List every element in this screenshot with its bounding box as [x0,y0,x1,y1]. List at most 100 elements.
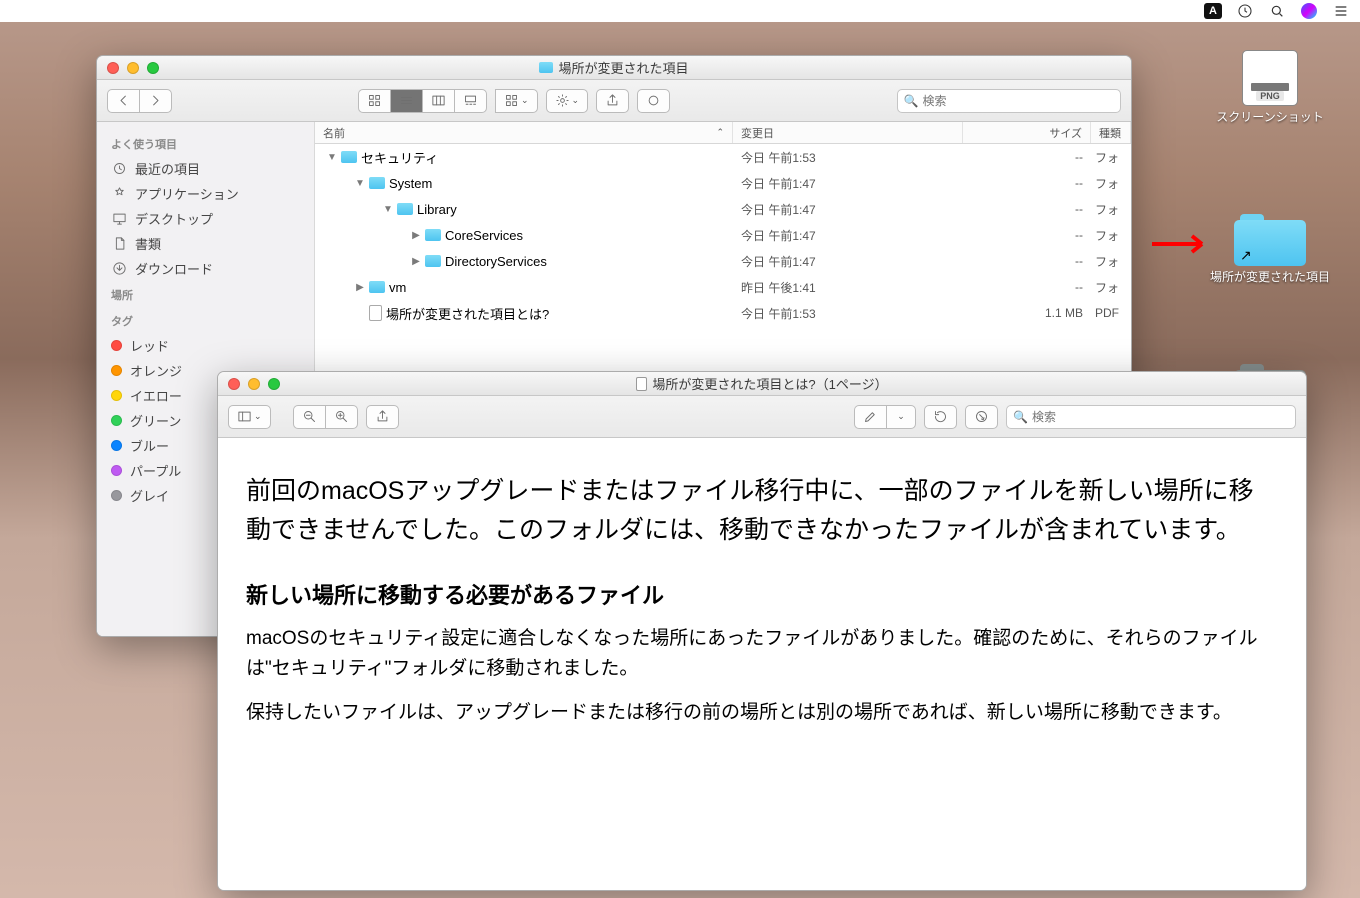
disclosure-triangle[interactable]: ▶ [411,256,421,267]
file-name: System [389,176,432,191]
column-kind[interactable]: 種類 [1091,122,1131,143]
zoom-button[interactable] [147,62,159,74]
file-date: 今日 午前1:53 [733,149,963,166]
table-row[interactable]: ▼セキュリティ今日 午前1:53--フォ [315,144,1131,170]
sidebar-toggle-button[interactable]: ⌄ [228,405,271,429]
sidebar-item-recents[interactable]: 最近の項目 [97,156,314,181]
tag-dot-icon [111,465,122,476]
preview-document[interactable]: 前回のmacOSアップグレードまたはファイル移行中に、一部のファイルを新しい場所… [218,438,1306,890]
preview-window: 場所が変更された項目とは?（1ページ） ⌄ ⌄ 🔍 前回のmacOSアップグレー… [217,371,1307,891]
paragraph: 前回のmacOSアップグレードまたはファイル移行中に、一部のファイルを新しい場所… [246,472,1278,550]
table-row[interactable]: ▼Library今日 午前1:47--フォ [315,196,1131,222]
table-row[interactable]: ▶CoreServices今日 午前1:47--フォ [315,222,1131,248]
finder-toolbar: ⌄ ⌄ 🔍 [97,80,1131,122]
share-button[interactable] [366,405,399,429]
file-size: -- [963,150,1091,164]
preview-titlebar[interactable]: 場所が変更された項目とは?（1ページ） [218,372,1306,396]
minimize-button[interactable] [127,62,139,74]
column-size[interactable]: サイズ [963,122,1091,143]
search-input[interactable] [1032,410,1289,424]
share-button[interactable] [596,89,629,113]
sidebar-tag[interactable]: レッド [97,333,314,358]
markup-button[interactable] [965,405,998,429]
document-icon [636,377,647,391]
file-date: 今日 午前1:47 [733,253,963,270]
icon-view-button[interactable] [358,89,390,113]
disclosure-triangle[interactable]: ▼ [327,152,337,163]
table-row[interactable]: 場所が変更された項目とは?今日 午前1:531.1 MBPDF [315,300,1131,326]
action-menu-button[interactable]: ⌄ [546,89,589,113]
finder-search[interactable]: 🔍 [897,89,1121,113]
folder-icon [539,62,553,73]
preview-toolbar: ⌄ ⌄ 🔍 [218,396,1306,438]
tag-label: グレイ [130,486,169,505]
sidebar-item-desktop[interactable]: デスクトップ [97,206,314,231]
window-title: 場所が変更された項目 [97,58,1131,77]
list-view-button[interactable] [390,89,422,113]
desktop-screenshot-file[interactable]: PNG スクリーンショット [1210,50,1330,124]
finder-titlebar[interactable]: 場所が変更された項目 [97,56,1131,80]
preview-search[interactable]: 🔍 [1006,405,1296,429]
group-by-button[interactable]: ⌄ [495,89,538,113]
disclosure-triangle[interactable]: ▼ [355,178,365,189]
forward-button[interactable] [139,89,172,113]
file-date: 昨日 午後1:41 [733,279,963,296]
tag-label: イエロー [130,386,182,405]
sidebar-locations-header: 場所 [97,281,314,307]
spotlight-icon[interactable] [1268,2,1286,20]
recents-icon [111,161,127,177]
siri-icon[interactable] [1300,2,1318,20]
input-source-icon[interactable]: A [1204,2,1222,20]
png-file-icon: PNG [1242,50,1298,106]
zoom-button[interactable] [268,378,280,390]
disclosure-triangle[interactable]: ▶ [355,282,365,293]
gallery-view-button[interactable] [454,89,487,113]
highlight-button[interactable] [854,405,886,429]
back-button[interactable] [107,89,139,113]
file-size: 1.1 MB [963,306,1091,320]
tag-label: レッド [130,336,169,355]
sidebar-item-documents[interactable]: 書類 [97,231,314,256]
tag-label: ブルー [130,436,169,455]
rotate-button[interactable] [924,405,957,429]
table-row[interactable]: ▼System今日 午前1:47--フォ [315,170,1131,196]
close-button[interactable] [228,378,240,390]
file-date: 今日 午前1:47 [733,227,963,244]
sidebar-item-label: アプリケーション [135,184,239,203]
highlight-menu-button[interactable]: ⌄ [886,405,916,429]
desktop-relocated-folder[interactable]: ↗ 場所が変更された項目 [1210,210,1330,284]
folder-icon: ↗ [1234,210,1306,266]
file-name: 場所が変更された項目とは? [386,304,549,323]
sidebar-item-label: ダウンロード [135,259,213,278]
tag-label: グリーン [130,411,181,430]
file-size: -- [963,176,1091,190]
sidebar-item-downloads[interactable]: ダウンロード [97,256,314,281]
sidebar-item-applications[interactable]: アプリケーション [97,181,314,206]
column-view-button[interactable] [422,89,454,113]
tag-dot-icon [111,490,122,501]
disclosure-triangle[interactable]: ▶ [411,230,421,241]
minimize-button[interactable] [248,378,260,390]
tag-dot-icon [111,365,122,376]
column-date[interactable]: 変更日 [733,122,963,143]
clock-icon[interactable] [1236,2,1254,20]
notification-center-icon[interactable] [1332,2,1350,20]
file-size: -- [963,280,1091,294]
search-input[interactable] [923,94,1115,108]
disclosure-triangle[interactable]: ▼ [383,204,393,215]
tag-label: パープル [130,461,181,480]
tags-button[interactable] [637,89,670,113]
file-date: 今日 午前1:53 [733,305,963,322]
file-size: -- [963,202,1091,216]
zoom-out-button[interactable] [293,405,325,429]
file-name: DirectoryServices [445,254,547,269]
table-row[interactable]: ▶vm昨日 午後1:41--フォ [315,274,1131,300]
table-row[interactable]: ▶DirectoryServices今日 午前1:47--フォ [315,248,1131,274]
column-name[interactable]: 名前⌃ [315,122,733,143]
folder-icon [369,281,385,293]
document-icon [369,305,382,321]
desktop-icon [111,211,127,227]
zoom-in-button[interactable] [325,405,358,429]
close-button[interactable] [107,62,119,74]
paragraph: macOSのセキュリティ設定に適合しなくなった場所にあったファイルがありました。… [246,624,1278,685]
